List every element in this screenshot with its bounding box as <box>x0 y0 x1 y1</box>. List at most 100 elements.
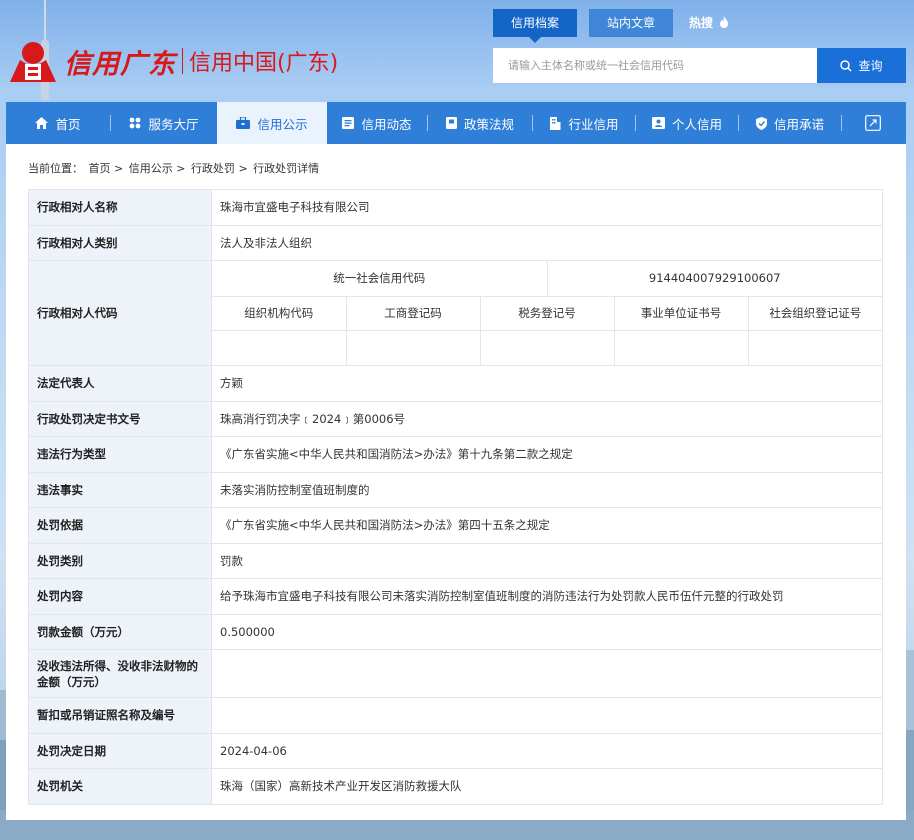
row-label: 行政相对人名称 <box>28 189 212 226</box>
nav-item-credit-commitment[interactable]: 信用承诺 <box>739 102 841 144</box>
nav-item-home[interactable]: 首页 <box>6 102 110 144</box>
row-value: 珠海（国家）高新技术产业开发区消防救援大队 <box>211 768 883 805</box>
main-nav: 首页 服务大厅 信用公示 信用动态 政策法规 行业信用 个人信用 信用承诺 <box>6 102 906 144</box>
sub-value <box>346 330 481 365</box>
search-button-label: 查询 <box>858 59 883 73</box>
row-value: 珠高消行罚决字﹝2024﹞第0006号 <box>211 400 883 437</box>
row-label: 处罚依据 <box>28 507 212 544</box>
row-value: 罚款 <box>211 542 883 579</box>
row-value: 未落实消防控制室值班制度的 <box>211 471 883 508</box>
content-panel: 当前位置： 首页 > 信用公示 > 行政处罚 > 行政处罚详情 行政相对人名称 … <box>6 144 906 820</box>
table-row: 处罚类别 罚款 <box>28 542 883 579</box>
row-label: 行政相对人类别 <box>28 224 212 261</box>
table-row: 行政相对人类别 法人及非法人组织 <box>28 224 883 261</box>
sub-value <box>212 330 347 365</box>
table-row: 违法事实 未落实消防控制室值班制度的 <box>28 471 883 508</box>
sub-header: 事业单位证书号 <box>614 296 749 331</box>
search-button[interactable]: 查询 <box>817 48 906 83</box>
row-value: 0.500000 <box>211 613 883 650</box>
table-row: 罚款金额（万元） 0.500000 <box>28 613 883 650</box>
site-header: 信用广东 信用中国(广东) 信用档案 站内文章 热搜 查询 <box>0 0 914 102</box>
nav-expand-button[interactable] <box>862 112 884 134</box>
uscc-label: 统一社会信用代码 <box>212 261 548 296</box>
penalty-detail-table: 行政相对人名称 珠海市宜盛电子科技有限公司 行政相对人类别 法人及非法人组织 行… <box>28 189 883 805</box>
nav-item-personal-credit[interactable]: 个人信用 <box>636 102 738 144</box>
nav-item-industry-credit[interactable]: 行业信用 <box>533 102 635 144</box>
search-icon <box>840 59 852 71</box>
row-label: 法定代表人 <box>28 365 212 402</box>
hot-search-link[interactable]: 热搜 <box>685 9 733 37</box>
breadcrumb-home[interactable]: 首页 <box>89 162 111 175</box>
home-icon <box>35 117 49 129</box>
row-label: 行政相对人代码 <box>28 260 212 366</box>
row-value: 方颖 <box>211 365 883 402</box>
breadcrumb-current: 行政处罚详情 <box>253 162 320 175</box>
nav-item-credit-news[interactable]: 信用动态 <box>327 102 427 144</box>
sub-value <box>748 331 882 366</box>
credit-logo-icon <box>10 42 56 82</box>
nav-item-label: 服务大厅 <box>148 116 199 132</box>
breadcrumb-separator: > <box>238 162 248 175</box>
sub-header: 工商登记码 <box>346 296 481 331</box>
breadcrumb-separator: > <box>114 162 124 175</box>
table-row: 处罚内容 给予珠海市宜盛电子科技有限公司未落实消防控制室值班制度的消防违法行为处… <box>28 578 883 615</box>
site-logo[interactable]: 信用广东 信用中国(广东) <box>8 38 338 84</box>
row-label: 处罚类别 <box>28 542 212 579</box>
code-cell: 统一社会信用代码 914404007929100607 组织机构代码 工商登记码… <box>211 260 883 366</box>
code-subtable: 统一社会信用代码 914404007929100607 组织机构代码 工商登记码… <box>212 261 882 365</box>
nav-item-label: 行业信用 <box>568 116 619 132</box>
nav-item-policies[interactable]: 政策法规 <box>428 102 532 144</box>
flame-icon <box>720 16 729 28</box>
table-row: 行政相对人名称 珠海市宜盛电子科技有限公司 <box>28 189 883 226</box>
table-row: 处罚决定日期 2024-04-06 <box>28 732 883 769</box>
row-label: 违法行为类型 <box>28 436 212 473</box>
uscc-value: 914404007929100607 <box>648 271 781 286</box>
logo-divider <box>182 48 183 74</box>
breadcrumb-separator: > <box>176 162 186 175</box>
nav-item-credit-publicity[interactable]: 信用公示 <box>217 102 327 144</box>
row-value: 法人及非法人组织 <box>211 224 883 261</box>
row-label: 违法事实 <box>28 471 212 508</box>
table-row: 处罚机关 珠海（国家）高新技术产业开发区消防救援大队 <box>28 768 883 805</box>
row-value: 2024-04-06 <box>211 732 883 769</box>
table-row: 暂扣或吊销证照名称及编号 <box>28 697 883 734</box>
row-value: 珠海市宜盛电子科技有限公司 <box>211 189 883 226</box>
table-row: 处罚依据 《广东省实施<中华人民共和国消防法>办法》第四十五条之规定 <box>28 507 883 544</box>
row-value: 《广东省实施<中华人民共和国消防法>办法》第十九条第二款之规定 <box>211 436 883 473</box>
nav-item-label: 政策法规 <box>463 116 514 132</box>
row-value: 给予珠海市宜盛电子科技有限公司未落实消防控制室值班制度的消防违法行为处罚款人民币… <box>211 578 883 615</box>
nav-item-label: 信用公示 <box>257 116 308 132</box>
sub-header: 税务登记号 <box>480 296 615 331</box>
row-label: 处罚内容 <box>28 578 212 615</box>
sub-header: 社会组织登记证号 <box>748 296 882 331</box>
search-scope-tabs: 信用档案 站内文章 热搜 <box>493 9 745 43</box>
breadcrumb-prefix: 当前位置： <box>28 162 83 175</box>
table-row: 行政相对人代码 统一社会信用代码 914404007929100607 组织机构… <box>28 260 883 366</box>
sub-value <box>480 330 615 365</box>
nav-item-label: 个人信用 <box>671 116 722 132</box>
building-icon <box>550 116 561 130</box>
nav-item-service-hall[interactable]: 服务大厅 <box>111 102 217 144</box>
row-label: 处罚机关 <box>28 768 212 805</box>
row-value: 《广东省实施<中华人民共和国消防法>办法》第四十五条之规定 <box>211 507 883 544</box>
table-row: 违法行为类型 《广东省实施<中华人民共和国消防法>办法》第十九条第二款之规定 <box>28 436 883 473</box>
search-input[interactable] <box>493 48 817 83</box>
grid-icon <box>130 117 141 129</box>
shield-check-icon <box>755 116 767 130</box>
breadcrumb: 当前位置： 首页 > 信用公示 > 行政处罚 > 行政处罚详情 <box>28 160 321 176</box>
breadcrumb-admin-penalty[interactable]: 行政处罚 <box>191 162 235 175</box>
person-card-icon <box>651 117 665 129</box>
logo-title: 信用广东 <box>64 48 176 80</box>
breadcrumb-credit-publicity[interactable]: 信用公示 <box>129 162 173 175</box>
expand-icon <box>865 115 881 131</box>
logo-subtitle: 信用中国(广东) <box>189 51 339 76</box>
briefcase-icon <box>236 117 251 129</box>
tab-credit-archive[interactable]: 信用档案 <box>493 9 578 43</box>
book-icon <box>445 117 457 129</box>
nav-item-label: 信用承诺 <box>773 116 824 132</box>
row-value <box>211 649 883 698</box>
tab-site-articles[interactable]: 站内文章 <box>589 9 674 37</box>
row-label: 没收违法所得、没收非法财物的金额（万元） <box>28 649 212 698</box>
nav-divider <box>841 115 842 131</box>
row-label: 行政处罚决定书文号 <box>28 400 212 437</box>
